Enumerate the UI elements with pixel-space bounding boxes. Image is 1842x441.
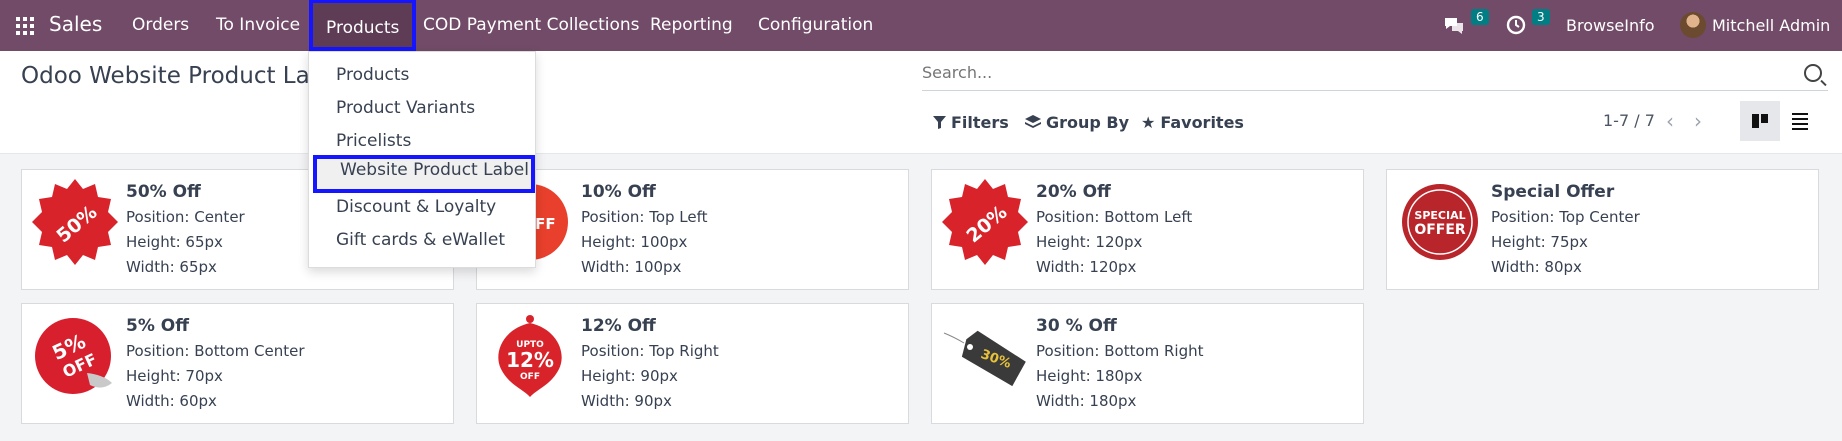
kanban-card-20-off[interactable]: 20% 20% Off Position: Bottom Left Height… <box>931 169 1364 290</box>
menu-cod-payment-collections[interactable]: COD Payment Collections <box>423 15 640 35</box>
card-width: Width: 180px <box>1036 392 1137 410</box>
pager-value[interactable]: 1-7 / 7 <box>1603 111 1655 130</box>
dropdown-item-gift-cards-ewallet[interactable]: Gift cards & eWallet <box>309 225 535 255</box>
card-height: Height: 75px <box>1491 233 1588 251</box>
top-navbar: Sales Orders To Invoice Products COD Pay… <box>0 0 1842 51</box>
app-menu-icon[interactable] <box>16 17 34 35</box>
menu-to-invoice[interactable]: To Invoice <box>216 15 300 35</box>
card-title: 5% Off <box>126 316 190 336</box>
pager-previous-icon[interactable]: ‹ <box>1666 109 1674 133</box>
messages-button[interactable]: 6 <box>1443 9 1489 41</box>
filters-button[interactable]: Filters <box>933 113 1009 132</box>
tag-30-off-icon: 30% <box>943 330 1026 387</box>
card-width: Width: 90px <box>581 392 672 410</box>
card-title: Special Offer <box>1491 182 1615 202</box>
dropdown-item-pricelists[interactable]: Pricelists <box>309 126 535 156</box>
clock-icon <box>1506 15 1526 35</box>
filters-label: Filters <box>951 113 1009 132</box>
activities-button[interactable]: 3 <box>1506 9 1550 41</box>
card-height: Height: 180px <box>1036 367 1143 385</box>
card-title: 50% Off <box>126 182 201 202</box>
search-input[interactable] <box>922 57 1772 88</box>
kanban-icon <box>1752 114 1768 128</box>
kanban-card-12-off[interactable]: UPTO 12% OFF 12% Off Position: Top Right… <box>476 303 909 424</box>
sticker-5-off-icon: 5% OFF <box>35 318 112 394</box>
card-width: Width: 100px <box>581 258 682 276</box>
card-position: Position: Bottom Center <box>126 342 305 360</box>
group-by-button[interactable]: Group By <box>1025 113 1129 132</box>
control-panel: Odoo Website Product Label Filters Group… <box>0 51 1842 154</box>
favorites-label: Favorites <box>1160 113 1244 132</box>
svg-text:OFF: OFF <box>520 372 540 382</box>
card-title: 30 % Off <box>1036 316 1117 336</box>
card-position: Position: Top Center <box>1491 208 1640 226</box>
card-position: Position: Top Left <box>581 208 708 226</box>
activities-count-badge: 3 <box>1532 9 1550 25</box>
ornament-12-off-icon: UPTO 12% OFF <box>498 315 562 397</box>
card-height: Height: 120px <box>1036 233 1143 251</box>
list-icon <box>1792 112 1808 130</box>
user-name: Mitchell Admin <box>1712 15 1831 35</box>
card-title: 12% Off <box>581 316 656 336</box>
user-menu[interactable]: Mitchell Admin <box>1680 9 1830 41</box>
group-by-label: Group By <box>1046 113 1130 132</box>
dropdown-item-products[interactable]: Products <box>309 60 535 90</box>
starburst-50-off-icon: 50% <box>32 179 118 265</box>
svg-text:SPECIAL: SPECIAL <box>1414 209 1465 222</box>
card-width: Width: 65px <box>126 258 217 276</box>
card-height: Height: 100px <box>581 233 688 251</box>
menu-configuration[interactable]: Configuration <box>758 15 873 35</box>
kanban-card-special-offer[interactable]: SPECIAL OFFER Special Offer Position: To… <box>1386 169 1819 290</box>
menu-orders[interactable]: Orders <box>132 15 189 35</box>
dropdown-item-website-product-label[interactable]: Website Product Label <box>313 155 535 193</box>
kanban-view-button[interactable] <box>1740 101 1780 141</box>
card-height: Height: 90px <box>581 367 678 385</box>
star-icon: ★ <box>1141 113 1156 132</box>
menu-products[interactable]: Products <box>309 0 417 51</box>
list-view-button[interactable] <box>1780 101 1820 141</box>
kanban-card-30-off[interactable]: 30% 30 % Off Position: Bottom Right Heig… <box>931 303 1364 424</box>
card-height: Height: 65px <box>126 233 223 251</box>
card-width: Width: 120px <box>1036 258 1137 276</box>
dropdown-item-discount-loyalty[interactable]: Discount & Loyalty <box>309 192 535 222</box>
card-height: Height: 70px <box>126 367 223 385</box>
card-title: 20% Off <box>1036 182 1111 202</box>
pager-next-icon[interactable]: › <box>1694 109 1702 133</box>
app-name[interactable]: Sales <box>49 12 102 36</box>
products-dropdown-menu: Products Product Variants Pricelists Web… <box>308 51 536 268</box>
card-position: Position: Bottom Left <box>1036 208 1193 226</box>
favorites-button[interactable]: ★ Favorites <box>1141 113 1244 132</box>
svg-text:12%: 12% <box>506 348 554 372</box>
card-position: Position: Top Right <box>581 342 719 360</box>
dropdown-item-product-variants[interactable]: Product Variants <box>309 93 535 123</box>
search-icon[interactable] <box>1804 64 1822 82</box>
card-width: Width: 80px <box>1491 258 1582 276</box>
search-bar <box>922 57 1828 91</box>
special-offer-seal-icon: SPECIAL OFFER <box>1402 184 1478 260</box>
filter-icon <box>933 116 946 129</box>
page-title: Odoo Website Product Label <box>21 63 345 89</box>
starburst-20-off-icon: 20% <box>942 179 1028 265</box>
card-position: Position: Bottom Right <box>1036 342 1204 360</box>
svg-text:OFFER: OFFER <box>1414 222 1466 238</box>
kanban-card-5-off[interactable]: 5% OFF 5% Off Position: Bottom Center He… <box>21 303 454 424</box>
chat-icon <box>1445 18 1463 34</box>
card-position: Position: Center <box>126 208 245 226</box>
company-switcher[interactable]: BrowseInfo <box>1566 9 1655 41</box>
card-title: 10% Off <box>581 182 656 202</box>
kanban-card-10-off[interactable]: OFF 10% Off Position: Top Left Height: 1… <box>476 169 909 290</box>
card-width: Width: 60px <box>126 392 217 410</box>
user-avatar <box>1680 12 1706 38</box>
layers-icon <box>1025 115 1041 128</box>
messages-count-badge: 6 <box>1471 9 1489 25</box>
menu-reporting[interactable]: Reporting <box>650 15 733 35</box>
